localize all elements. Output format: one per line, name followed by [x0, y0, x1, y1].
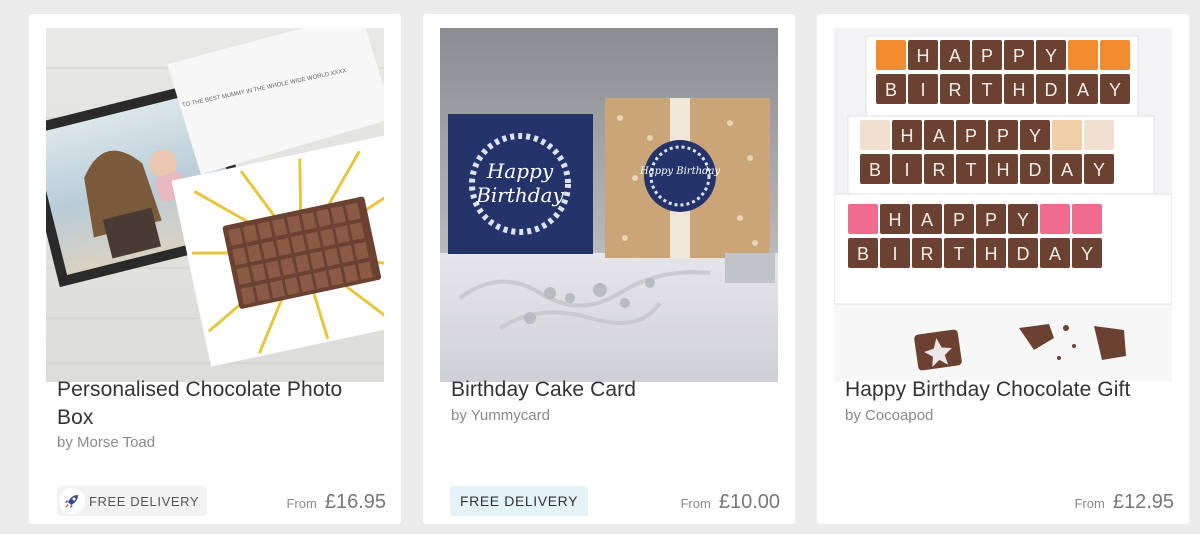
svg-text:A: A [1061, 160, 1073, 180]
price-amount: £12.95 [1112, 491, 1174, 513]
svg-text:P: P [953, 210, 965, 230]
svg-text:Happy: Happy [486, 159, 554, 183]
price-prefix: From [680, 496, 711, 511]
svg-text:A: A [1077, 80, 1089, 100]
product-maker[interactable]: by Yummycard [451, 407, 550, 424]
svg-text:Y: Y [1029, 126, 1041, 146]
product-maker[interactable]: by Morse Toad [57, 434, 155, 451]
svg-text:D: D [1017, 244, 1030, 264]
svg-text:H: H [1013, 80, 1026, 100]
svg-text:A: A [1049, 244, 1061, 264]
price-prefix: From [286, 496, 317, 511]
svg-text:H: H [997, 160, 1010, 180]
svg-text:Y: Y [1081, 244, 1093, 264]
svg-text:A: A [921, 210, 933, 230]
svg-text:T: T [966, 160, 977, 180]
svg-text:P: P [997, 126, 1009, 146]
birthday-card-illustration: Happy Birthday Happy Birthday [440, 28, 778, 382]
chocolate-gift-illustration: H A P P YB I R T H D A YH A P P YB I R T H D A YH A P P YB I R T H D A Y [834, 28, 1172, 382]
svg-text:Y: Y [1017, 210, 1029, 230]
photo-box-illustration: TO THE BEST MUMMY IN THE WHOLE WIDE WORL… [46, 28, 384, 382]
svg-text:B: B [857, 244, 869, 264]
svg-text:H: H [985, 244, 998, 264]
price-amount: £16.95 [324, 491, 386, 513]
free-delivery-badge: FREE DELIVERY [57, 486, 208, 516]
price: From £10.00 [680, 491, 780, 514]
svg-text:R: R [933, 160, 946, 180]
product-card[interactable]: HAPPYBIRTHDAYHAPPYBIRTHDAYHAPPYBIRTHDAY … [817, 14, 1189, 524]
product-image-birthday-card[interactable]: Happy Birthday Happy Birthday [440, 28, 778, 382]
svg-text:R: R [949, 80, 962, 100]
product-title[interactable]: Birthday Cake Card [451, 376, 771, 404]
svg-text:H: H [889, 210, 902, 230]
free-delivery-badge: FREE DELIVERY [450, 486, 589, 516]
price: From £12.95 [1074, 491, 1174, 514]
svg-text:D: D [1045, 80, 1058, 100]
product-card[interactable]: TO THE BEST MUMMY IN THE WHOLE WIDE WORL… [29, 14, 401, 524]
badge-label: FREE DELIVERY [89, 493, 200, 509]
svg-text:I: I [920, 80, 925, 100]
svg-text:P: P [965, 126, 977, 146]
svg-text:R: R [921, 244, 934, 264]
svg-text:T: T [982, 80, 993, 100]
svg-text:P: P [985, 210, 997, 230]
sticker-text: Happy Birthday [639, 166, 720, 177]
svg-text:Y: Y [1093, 160, 1105, 180]
product-title[interactable]: Happy Birthday Chocolate Gift [845, 376, 1165, 404]
product-grid: TO THE BEST MUMMY IN THE WHOLE WIDE WORL… [0, 0, 1200, 534]
svg-text:D: D [1029, 160, 1042, 180]
svg-text:B: B [885, 80, 897, 100]
svg-text:T: T [954, 244, 965, 264]
svg-text:H: H [901, 126, 914, 146]
product-maker[interactable]: by Cocoapod [845, 407, 933, 424]
svg-text:P: P [1013, 46, 1025, 66]
price: From £16.95 [286, 491, 386, 514]
price-prefix: From [1074, 496, 1105, 511]
svg-text:H: H [917, 46, 930, 66]
svg-text:P: P [981, 46, 993, 66]
product-image-chocolate-gift[interactable]: HAPPYBIRTHDAYHAPPYBIRTHDAYHAPPYBIRTHDAY [834, 28, 1172, 382]
svg-text:A: A [949, 46, 961, 66]
product-image-photo-box[interactable]: TO THE BEST MUMMY IN THE WHOLE WIDE WORL… [46, 28, 384, 382]
rocket-icon [59, 488, 85, 514]
svg-text:Y: Y [1045, 46, 1057, 66]
product-card[interactable]: Happy Birthday Happy Birthday Birthday C… [423, 14, 795, 524]
badge-label: FREE DELIVERY [460, 493, 579, 509]
svg-text:Birthday: Birthday [475, 183, 564, 207]
product-title[interactable]: Personalised Chocolate Photo Box [57, 376, 377, 432]
svg-text:A: A [933, 126, 945, 146]
svg-text:I: I [892, 244, 897, 264]
price-amount: £10.00 [718, 491, 780, 513]
svg-text:I: I [904, 160, 909, 180]
svg-text:Y: Y [1109, 80, 1121, 100]
svg-text:B: B [869, 160, 881, 180]
